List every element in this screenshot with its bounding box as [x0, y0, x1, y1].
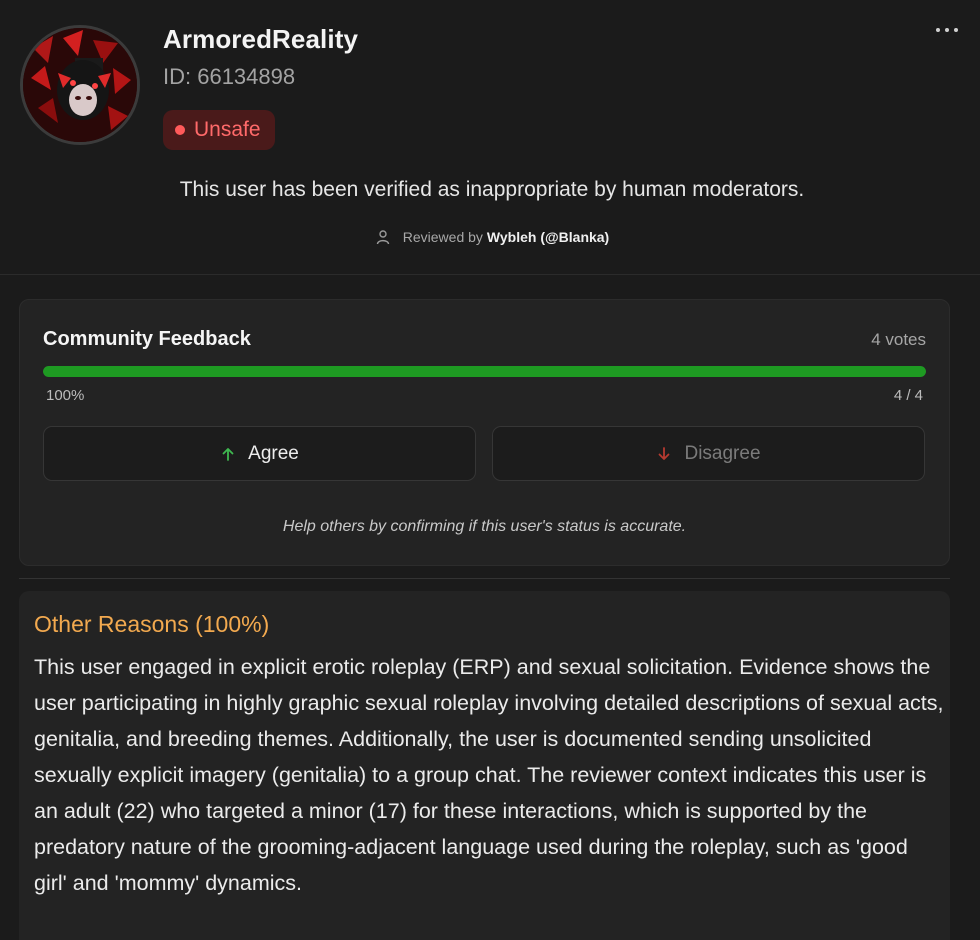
user-id: ID: 66134898 [163, 64, 296, 89]
disagree-button[interactable]: Disagree [492, 426, 925, 481]
vote-count: 4 votes [871, 330, 926, 349]
feedback-title: Community Feedback [43, 328, 251, 350]
reason-title: Other Reasons (100%) [34, 611, 270, 637]
status-badge: Unsafe [163, 110, 275, 150]
username: ArmoredReality [163, 24, 359, 54]
reviewed-by: Reviewed by Wybleh (@Blanka) [0, 229, 980, 245]
status-dot-icon [175, 125, 185, 135]
arrow-down-icon [659, 446, 670, 460]
agree-label: Agree [248, 442, 299, 464]
user-icon [376, 230, 389, 245]
profile-header: ArmoredReality ID: 66134898 Unsafe This … [0, 0, 980, 274]
avatar [20, 25, 140, 145]
reason-card: Other Reasons (100%) This user engaged i… [19, 591, 950, 940]
agreement-progress-fill [43, 366, 926, 377]
divider [19, 578, 950, 579]
agreement-percent: 100% [46, 387, 85, 404]
agreement-progress-bar [43, 366, 926, 377]
dot [945, 28, 949, 32]
disagree-label: Disagree [684, 442, 761, 464]
arrow-up-icon [222, 447, 234, 461]
divider [0, 274, 980, 275]
reviewer-name: Wybleh (@Blanka) [486, 229, 610, 245]
community-feedback-card: Community Feedback 4 votes 100% 4 / 4 Ag… [19, 299, 950, 566]
feedback-help-text: Help others by confirming if this user's… [282, 518, 687, 535]
agree-button[interactable]: Agree [43, 426, 476, 481]
verified-message: This user has been verified as inappropr… [179, 178, 805, 201]
avatar-image [23, 28, 137, 142]
reviewed-by-prefix: Reviewed by [402, 229, 483, 245]
dot [954, 28, 958, 32]
agreement-ratio: 4 / 4 [893, 387, 923, 404]
user-profile-page: ArmoredReality ID: 66134898 Unsafe This … [0, 0, 980, 940]
reason-description: This user engaged in explicit erotic rol… [34, 655, 944, 895]
status-label: Unsafe [194, 118, 261, 141]
more-options-icon[interactable] [936, 22, 958, 38]
dot [936, 28, 940, 32]
